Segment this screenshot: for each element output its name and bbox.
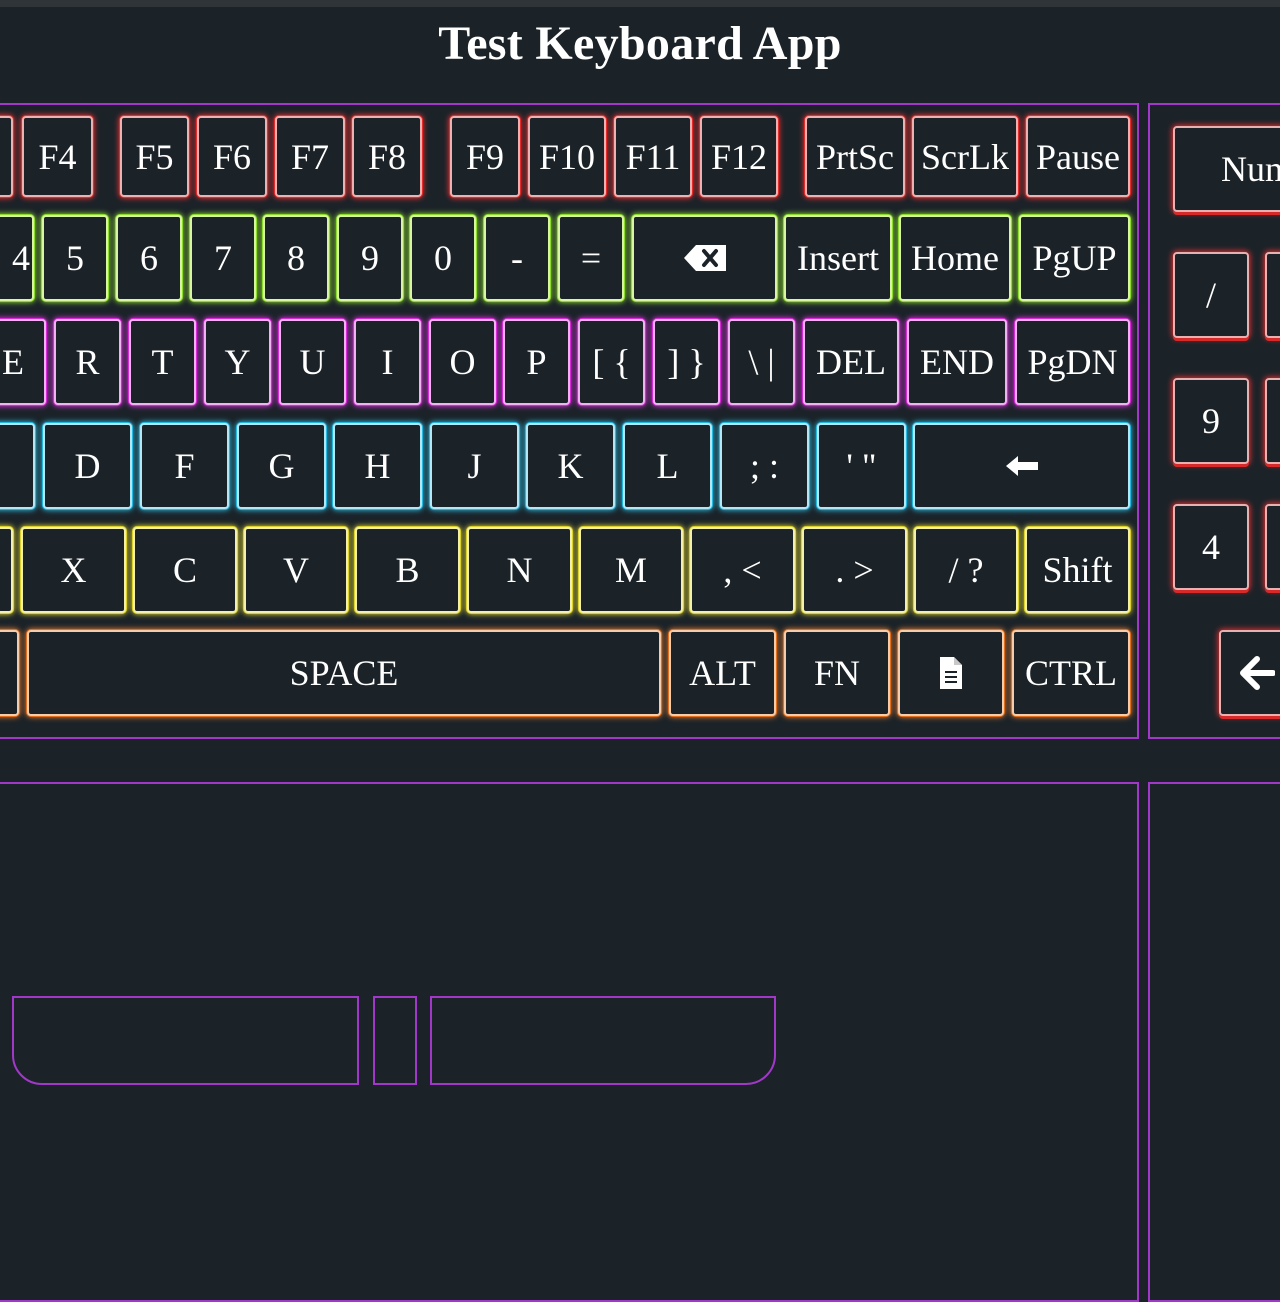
key-home[interactable]: Home xyxy=(899,215,1011,301)
key-shift[interactable]: Shift xyxy=(1025,527,1130,613)
key-f4[interactable]: F4 xyxy=(22,116,93,197)
key-pgdn[interactable]: PgDN xyxy=(1015,319,1130,405)
key-prtsc[interactable]: PrtSc xyxy=(805,116,905,197)
key-numlock[interactable]: Num xyxy=(1173,126,1280,212)
key-menu[interactable] xyxy=(898,630,1004,716)
key-r[interactable]: R xyxy=(54,319,121,405)
numpad-key-multiply[interactable] xyxy=(1265,252,1280,338)
left-arrow-icon xyxy=(1004,454,1040,478)
key-y[interactable]: Y xyxy=(204,319,271,405)
key-z[interactable] xyxy=(0,527,13,613)
key-c[interactable]: C xyxy=(133,527,237,613)
key-e[interactable]: E xyxy=(0,319,46,405)
touchpad-right-button[interactable] xyxy=(430,996,776,1085)
key-quote[interactable]: ' " xyxy=(817,423,906,509)
numpad-key-4[interactable]: 4 xyxy=(1173,504,1249,590)
key-s[interactable] xyxy=(0,423,35,509)
key-t[interactable]: T xyxy=(129,319,196,405)
key-equals[interactable]: = xyxy=(558,215,624,301)
key-f11[interactable]: F11 xyxy=(614,116,692,197)
key-right-bracket[interactable]: ] } xyxy=(653,319,720,405)
key-insert[interactable]: Insert xyxy=(784,215,892,301)
key-enter[interactable] xyxy=(913,423,1130,509)
backspace-icon xyxy=(682,243,728,273)
key-period[interactable]: . > xyxy=(802,527,907,613)
side-panel xyxy=(1148,782,1280,1302)
numpad-key-plus[interactable] xyxy=(1265,504,1280,590)
numpad-key-minus[interactable] xyxy=(1265,378,1280,464)
key-k[interactable]: K xyxy=(526,423,615,509)
key-l[interactable]: L xyxy=(623,423,712,509)
page-title: Test Keyboard App xyxy=(438,17,842,70)
key-comma[interactable]: , < xyxy=(690,527,795,613)
touchpad-middle-button[interactable] xyxy=(373,996,417,1085)
key-o[interactable]: O xyxy=(429,319,496,405)
key-end[interactable]: END xyxy=(907,319,1007,405)
arrow-left-icon xyxy=(1239,656,1275,690)
numpad-key-divide[interactable]: / xyxy=(1173,252,1249,338)
key-n[interactable]: N xyxy=(467,527,572,613)
key-pause[interactable]: Pause xyxy=(1026,116,1130,197)
key-f7[interactable]: F7 xyxy=(275,116,345,197)
key-d[interactable]: D xyxy=(43,423,132,509)
key-f9[interactable]: F9 xyxy=(450,116,520,197)
key-5[interactable]: 5 xyxy=(42,215,108,301)
key-slash[interactable]: / ? xyxy=(914,527,1018,613)
key-left-bracket[interactable]: [ { xyxy=(578,319,645,405)
key-f12[interactable]: F12 xyxy=(700,116,778,197)
key-f3[interactable] xyxy=(0,116,13,197)
key-4[interactable]: 4 xyxy=(0,215,34,301)
key-del[interactable]: DEL xyxy=(803,319,899,405)
key-8[interactable]: 8 xyxy=(263,215,329,301)
key-fn[interactable]: FN xyxy=(784,630,890,716)
key-p[interactable]: P xyxy=(503,319,570,405)
key-scrlk[interactable]: ScrLk xyxy=(912,116,1018,197)
numpad-key-9[interactable]: 9 xyxy=(1173,378,1249,464)
touchpad-left-button[interactable] xyxy=(12,996,359,1085)
key-f10[interactable]: F10 xyxy=(528,116,606,197)
key-f8[interactable]: F8 xyxy=(352,116,422,197)
key-g[interactable]: G xyxy=(237,423,326,509)
key-j[interactable]: J xyxy=(430,423,519,509)
key-alt[interactable]: ALT xyxy=(669,630,776,716)
key-0[interactable]: 0 xyxy=(410,215,476,301)
key-f[interactable]: F xyxy=(140,423,229,509)
key-win[interactable] xyxy=(0,630,19,716)
numpad-key-back[interactable] xyxy=(1219,630,1280,716)
key-u[interactable]: U xyxy=(279,319,346,405)
key-m[interactable]: M xyxy=(579,527,683,613)
key-ctrl[interactable]: CTRL xyxy=(1012,630,1130,716)
key-6[interactable]: 6 xyxy=(116,215,182,301)
key-semicolon[interactable]: ; : xyxy=(720,423,809,509)
key-h[interactable]: H xyxy=(333,423,422,509)
key-b[interactable]: B xyxy=(355,527,460,613)
key-7[interactable]: 7 xyxy=(190,215,256,301)
key-x[interactable]: X xyxy=(21,527,126,613)
key-backslash[interactable]: \ | xyxy=(728,319,795,405)
key-pgup[interactable]: PgUP xyxy=(1019,215,1130,301)
key-f5[interactable]: F5 xyxy=(120,116,189,197)
key-f6[interactable]: F6 xyxy=(197,116,267,197)
key-space[interactable]: SPACE xyxy=(27,630,661,716)
key-i[interactable]: I xyxy=(354,319,421,405)
key-9[interactable]: 9 xyxy=(337,215,403,301)
key-minus[interactable]: - xyxy=(484,215,550,301)
document-icon xyxy=(938,655,964,691)
key-backspace[interactable] xyxy=(632,215,777,301)
window-top-bar xyxy=(0,0,1280,7)
key-v[interactable]: V xyxy=(244,527,348,613)
